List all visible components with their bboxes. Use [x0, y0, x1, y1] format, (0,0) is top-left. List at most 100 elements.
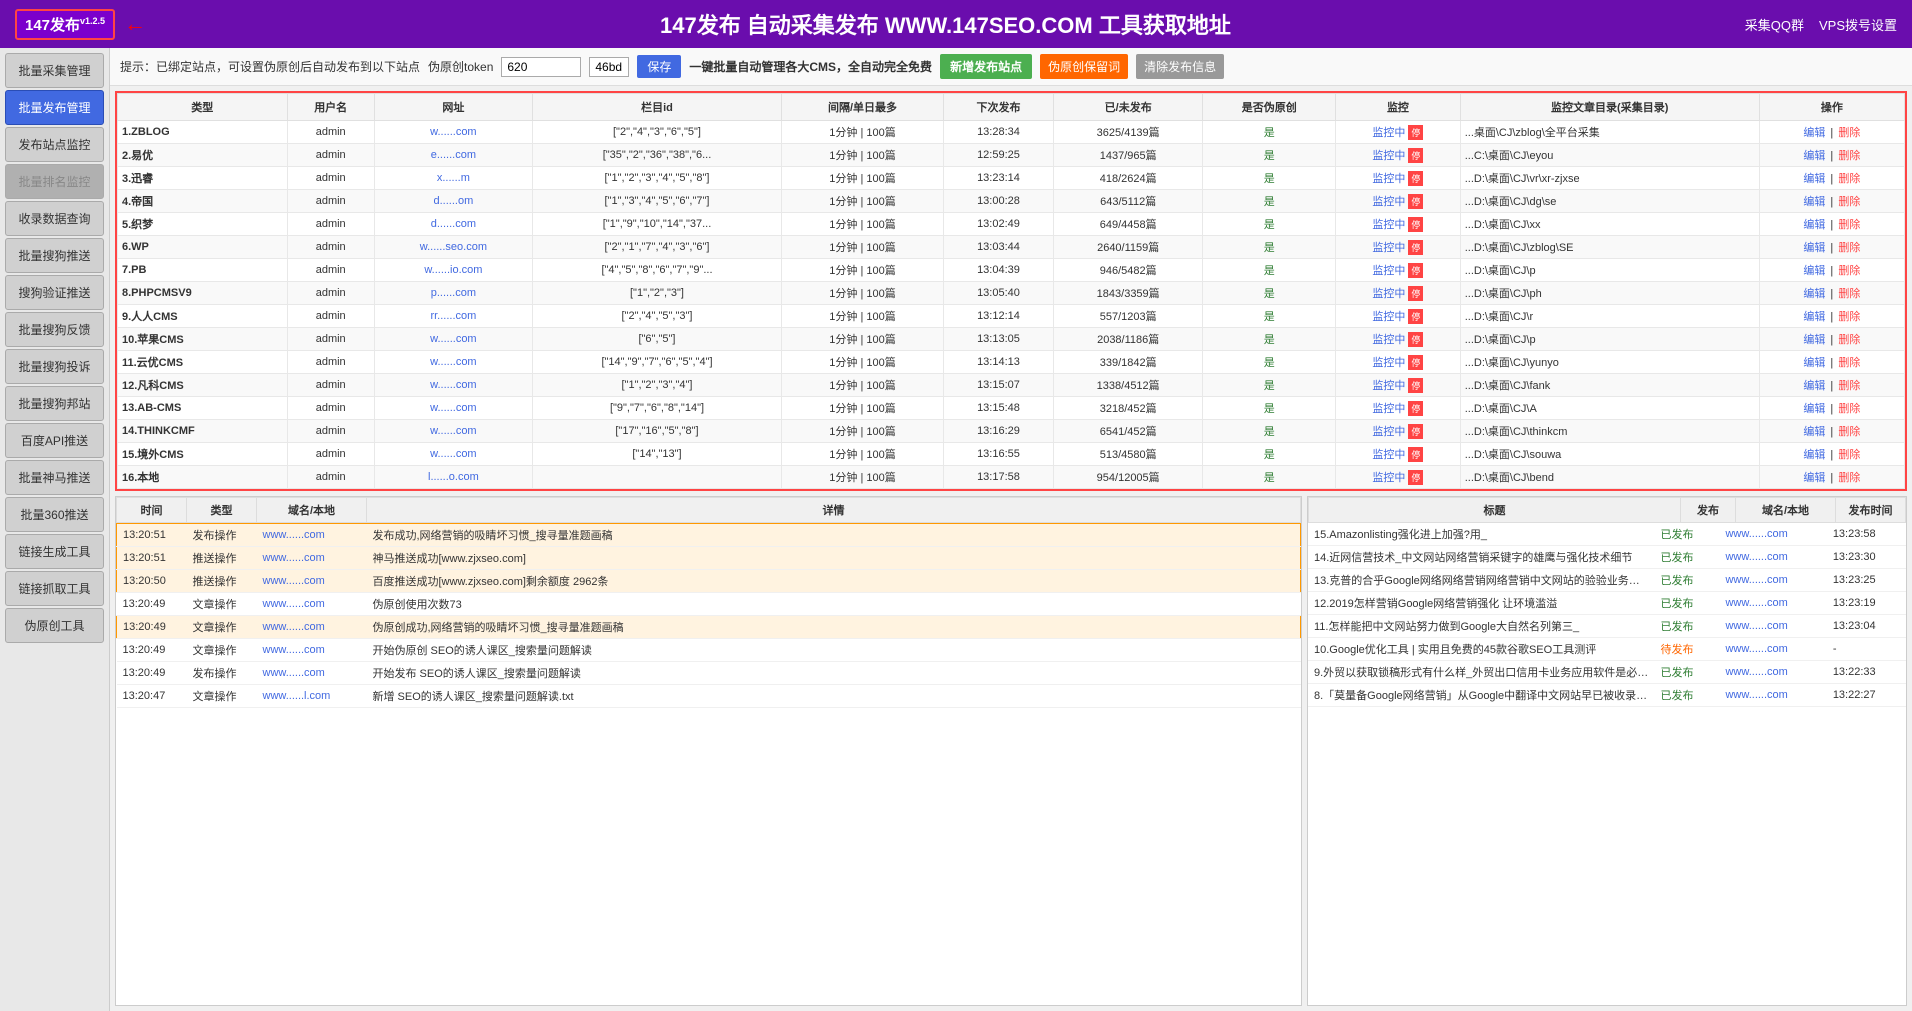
- monitor-link[interactable]: 监控中: [1372, 262, 1405, 278]
- cell-count: 339/1842篇: [1053, 351, 1202, 374]
- monitor-link[interactable]: 监控中: [1372, 377, 1405, 393]
- cell-ops: 编辑 | 删除: [1759, 167, 1904, 190]
- delete-link[interactable]: 删除: [1838, 472, 1860, 484]
- monitor-stop-btn[interactable]: 停: [1408, 447, 1423, 462]
- delete-link[interactable]: 删除: [1838, 242, 1860, 254]
- edit-link[interactable]: 编辑: [1803, 472, 1825, 484]
- monitor-link[interactable]: 监控中: [1372, 423, 1405, 439]
- cell-pseudo: 是: [1203, 282, 1336, 305]
- edit-link[interactable]: 编辑: [1803, 127, 1825, 139]
- cell-pseudo: 是: [1203, 213, 1336, 236]
- monitor-stop-btn[interactable]: 停: [1408, 424, 1423, 439]
- delete-link[interactable]: 删除: [1838, 403, 1860, 415]
- log-detail: 神马推送成功[www.zjxseo.com]: [367, 547, 1301, 570]
- vps-setting-link[interactable]: VPS拨号设置: [1819, 15, 1897, 34]
- sidebar-btn-8[interactable]: 批量搜狗投诉: [5, 349, 104, 384]
- log-detail: 百度推送成功[www.zjxseo.com]剩余额度 2962条: [367, 570, 1301, 593]
- edit-link[interactable]: 编辑: [1803, 173, 1825, 185]
- sidebar-btn-10[interactable]: 百度API推送: [5, 423, 104, 458]
- header: 147发布v1.2.5 ← 147发布 自动采集发布 WWW.147SEO.CO…: [0, 0, 1912, 48]
- monitor-link[interactable]: 监控中: [1372, 331, 1405, 347]
- delete-link[interactable]: 删除: [1838, 380, 1860, 392]
- delete-link[interactable]: 删除: [1838, 150, 1860, 162]
- delete-link[interactable]: 删除: [1838, 173, 1860, 185]
- delete-link[interactable]: 删除: [1838, 334, 1860, 346]
- cell-count: 946/5482篇: [1053, 259, 1202, 282]
- edit-link[interactable]: 编辑: [1803, 196, 1825, 208]
- clear-button[interactable]: 清除发布信息: [1136, 54, 1224, 79]
- monitor-stop-btn[interactable]: 停: [1408, 194, 1423, 209]
- delete-link[interactable]: 删除: [1838, 357, 1860, 369]
- new-site-button[interactable]: 新增发布站点: [940, 54, 1032, 79]
- pub-time: -: [1827, 638, 1906, 661]
- edit-link[interactable]: 编辑: [1803, 288, 1825, 300]
- monitor-link[interactable]: 监控中: [1372, 285, 1405, 301]
- monitor-link[interactable]: 监控中: [1372, 170, 1405, 186]
- monitor-stop-btn[interactable]: 停: [1408, 401, 1423, 416]
- token-input[interactable]: [501, 57, 581, 77]
- pseudo-button[interactable]: 伪原创保留词: [1040, 54, 1128, 79]
- save-button[interactable]: 保存: [637, 55, 681, 78]
- cell-interval: 1分钟 | 100篇: [782, 374, 944, 397]
- monitor-link[interactable]: 监控中: [1372, 308, 1405, 324]
- edit-link[interactable]: 编辑: [1803, 380, 1825, 392]
- monitor-stop-btn[interactable]: 停: [1408, 125, 1423, 140]
- monitor-link[interactable]: 监控中: [1372, 239, 1405, 255]
- edit-link[interactable]: 编辑: [1803, 449, 1825, 461]
- sidebar-btn-1[interactable]: 批量发布管理: [5, 90, 104, 125]
- cell-type: 2.易优: [118, 144, 288, 167]
- delete-link[interactable]: 删除: [1838, 426, 1860, 438]
- monitor-link[interactable]: 监控中: [1372, 446, 1405, 462]
- delete-link[interactable]: 删除: [1838, 219, 1860, 231]
- monitor-link[interactable]: 监控中: [1372, 354, 1405, 370]
- sidebar-btn-6[interactable]: 搜狗验证推送: [5, 275, 104, 310]
- sidebar-btn-0[interactable]: 批量采集管理: [5, 53, 104, 88]
- monitor-stop-btn[interactable]: 停: [1408, 470, 1423, 485]
- delete-link[interactable]: 删除: [1838, 265, 1860, 277]
- sidebar-btn-5[interactable]: 批量搜狗推送: [5, 238, 104, 273]
- sidebar-btn-4[interactable]: 收录数据查询: [5, 201, 104, 236]
- monitor-stop-btn[interactable]: 停: [1408, 309, 1423, 324]
- edit-link[interactable]: 编辑: [1803, 403, 1825, 415]
- sidebar-btn-12[interactable]: 批量360推送: [5, 497, 104, 532]
- sidebar-btn-14[interactable]: 链接抓取工具: [5, 571, 104, 606]
- sidebar-btn-7[interactable]: 批量搜狗反馈: [5, 312, 104, 347]
- monitor-stop-btn[interactable]: 停: [1408, 286, 1423, 301]
- publish-header-row: 标题 发布 域名/本地 发布时间: [1309, 498, 1906, 523]
- monitor-link[interactable]: 监控中: [1372, 469, 1405, 485]
- edit-link[interactable]: 编辑: [1803, 265, 1825, 277]
- monitor-link[interactable]: 监控中: [1372, 400, 1405, 416]
- edit-link[interactable]: 编辑: [1803, 334, 1825, 346]
- delete-link[interactable]: 删除: [1838, 311, 1860, 323]
- sidebar-btn-15[interactable]: 伪原创工具: [5, 608, 104, 643]
- monitor-link[interactable]: 监控中: [1372, 216, 1405, 232]
- number-input[interactable]: [589, 57, 629, 77]
- qq-group-link[interactable]: 采集QQ群: [1745, 15, 1804, 34]
- monitor-link[interactable]: 监控中: [1372, 124, 1405, 140]
- monitor-stop-btn[interactable]: 停: [1408, 171, 1423, 186]
- edit-link[interactable]: 编辑: [1803, 357, 1825, 369]
- edit-link[interactable]: 编辑: [1803, 150, 1825, 162]
- monitor-stop-btn[interactable]: 停: [1408, 332, 1423, 347]
- monitor-link[interactable]: 监控中: [1372, 147, 1405, 163]
- sidebar-btn-13[interactable]: 链接生成工具: [5, 534, 104, 569]
- sidebar-btn-11[interactable]: 批量神马推送: [5, 460, 104, 495]
- delete-link[interactable]: 删除: [1838, 449, 1860, 461]
- monitor-stop-btn[interactable]: 停: [1408, 355, 1423, 370]
- delete-link[interactable]: 删除: [1838, 127, 1860, 139]
- monitor-stop-btn[interactable]: 停: [1408, 148, 1423, 163]
- monitor-stop-btn[interactable]: 停: [1408, 263, 1423, 278]
- edit-link[interactable]: 编辑: [1803, 242, 1825, 254]
- delete-link[interactable]: 删除: [1838, 288, 1860, 300]
- edit-link[interactable]: 编辑: [1803, 219, 1825, 231]
- monitor-stop-btn[interactable]: 停: [1408, 378, 1423, 393]
- edit-link[interactable]: 编辑: [1803, 426, 1825, 438]
- monitor-link[interactable]: 监控中: [1372, 193, 1405, 209]
- monitor-stop-btn[interactable]: 停: [1408, 240, 1423, 255]
- th-monitor: 监控: [1336, 94, 1461, 121]
- edit-link[interactable]: 编辑: [1803, 311, 1825, 323]
- sidebar-btn-9[interactable]: 批量搜狗邦站: [5, 386, 104, 421]
- sidebar-btn-2[interactable]: 发布站点监控: [5, 127, 104, 162]
- delete-link[interactable]: 删除: [1838, 196, 1860, 208]
- monitor-stop-btn[interactable]: 停: [1408, 217, 1423, 232]
